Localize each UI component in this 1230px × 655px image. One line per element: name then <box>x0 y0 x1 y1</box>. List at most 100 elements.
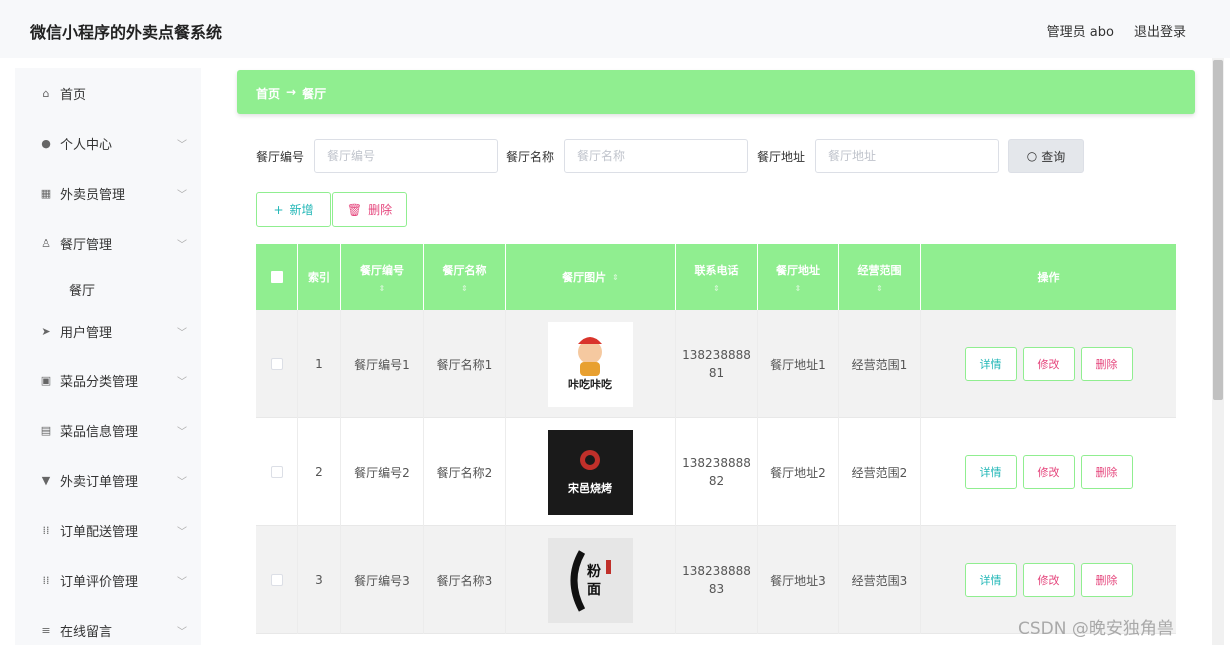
restaurant-logo-image: 粉 面 <box>548 537 633 623</box>
list-icon: ≡ <box>41 623 51 637</box>
search-input-address[interactable] <box>815 139 999 173</box>
col-scope[interactable]: 经营范围 ⇕ <box>839 244 921 310</box>
sidebar-item-label: 首页 <box>60 87 87 103</box>
sidebar-item-home[interactable]: ⌂ 首页 <box>15 68 201 118</box>
cell-code: 餐厅编号1 <box>341 310 424 418</box>
cell-address: 餐厅地址2 <box>758 418 839 526</box>
sort-icon: ⇕ <box>876 283 883 293</box>
grid-icon: ▦ <box>40 186 52 200</box>
breadcrumb-current: 餐厅 <box>302 87 327 101</box>
col-phone[interactable]: 联系电话 ⇕ <box>676 244 758 310</box>
logout-link[interactable]: 退出登录 <box>1134 21 1186 40</box>
detail-button[interactable]: 详情 <box>964 347 1017 381</box>
cell-code: 餐厅编号2 <box>341 418 424 526</box>
restaurant-logo-image: 咔吃咔吃 <box>548 321 633 407</box>
col-image[interactable]: 餐厅图片 ⇕ <box>506 244 676 310</box>
sidebar-item-personal[interactable]: ● 个人中心 ﹀ <box>15 118 201 168</box>
sidebar-item-label: 餐厅管理 <box>60 237 113 253</box>
row-checkbox[interactable] <box>256 310 298 418</box>
chevron-down-icon: ﹀ <box>177 327 187 339</box>
sidebar-item-users[interactable]: ➤ 用户管理 ﹀ <box>15 306 201 356</box>
chevron-down-icon: ﹀ <box>177 526 187 538</box>
breadcrumb-home[interactable]: 首页 <box>256 85 280 102</box>
delete-button[interactable]: 删除 <box>1080 347 1133 381</box>
sidebar-item-delivery[interactable]: ⁞⁞ 订单配送管理 ﹀ <box>15 505 201 555</box>
batch-delete-button[interactable]: 🗑 删除 <box>332 192 407 227</box>
cell-scope: 经营范围2 <box>839 418 921 526</box>
chevron-down-icon: ﹀ <box>177 376 187 388</box>
cell-name: 餐厅名称2 <box>424 418 506 526</box>
col-code[interactable]: 餐厅编号 ⇕ <box>341 244 424 310</box>
scrollbar-thumb[interactable] <box>1213 60 1223 400</box>
cup-icon: ▼ <box>41 473 51 487</box>
delete-button[interactable]: 删除 <box>1080 455 1133 489</box>
sidebar-item-couriers[interactable]: ▦ 外卖员管理 ﹀ <box>15 168 201 218</box>
query-button[interactable]: ○ 查询 <box>1008 139 1084 173</box>
search-label-code: 餐厅编号 <box>256 150 305 164</box>
app-title: 微信小程序的外卖点餐系统 <box>30 23 223 42</box>
person-icon: ♙ <box>41 236 51 250</box>
sidebar-item-label: 订单配送管理 <box>60 524 139 540</box>
chevron-up-icon: ﹀ <box>177 239 187 251</box>
search-icon: ○ <box>1026 149 1038 163</box>
chevron-down-icon: ﹀ <box>177 576 187 588</box>
plus-icon: + <box>273 202 284 217</box>
sidebar-item-orders[interactable]: ▼ 外卖订单管理 ﹀ <box>15 455 201 505</box>
cell-phone: 13823888883 <box>676 526 758 634</box>
edit-button[interactable]: 修改 <box>1022 563 1075 597</box>
sidebar-item-label: 在线留言 <box>60 624 113 640</box>
sidebar-item-reviews[interactable]: ⁞⁞ 订单评价管理 ﹀ <box>15 555 201 605</box>
svg-text:粉: 粉 <box>587 563 601 580</box>
col-name[interactable]: 餐厅名称 ⇕ <box>424 244 506 310</box>
row-checkbox[interactable] <box>256 418 298 526</box>
cell-index: 3 <box>298 526 341 634</box>
send-icon: ➤ <box>41 324 51 338</box>
cell-index: 1 <box>298 310 341 418</box>
cell-phone: 13823888882 <box>676 418 758 526</box>
restaurant-logo-image: 宋邑烧烤 <box>548 429 633 515</box>
breadcrumb: 首页 → 餐厅 <box>237 70 1195 114</box>
detail-button[interactable]: 详情 <box>964 455 1017 489</box>
search-input-name[interactable] <box>564 139 748 173</box>
select-all-checkbox[interactable] <box>256 244 298 310</box>
sidebar-item-dish-info[interactable]: ▤ 菜品信息管理 ﹀ <box>15 405 201 455</box>
top-header: 微信小程序的外卖点餐系统 管理员 abo 退出登录 <box>0 0 1230 58</box>
cell-scope: 经营范围1 <box>839 310 921 418</box>
chevron-down-icon: ﹀ <box>177 426 187 438</box>
search-label-address: 餐厅地址 <box>757 150 806 164</box>
row-checkbox[interactable] <box>256 526 298 634</box>
sidebar-item-label: 外卖订单管理 <box>60 474 139 490</box>
cell-image: 咔吃咔吃 <box>506 310 676 418</box>
sidebar-item-restaurants[interactable]: ♙ 餐厅管理 ﹀ <box>15 218 201 268</box>
cell-actions: 详情 修改 删除 <box>921 310 1176 418</box>
cell-image: 粉 面 <box>506 526 676 634</box>
detail-button[interactable]: 详情 <box>964 563 1017 597</box>
image-icon: ▣ <box>40 373 52 387</box>
cell-name: 餐厅名称3 <box>424 526 506 634</box>
dots-icon: ⁞⁞ <box>42 523 50 537</box>
sidebar-item-label: 菜品信息管理 <box>60 424 139 440</box>
admin-name[interactable]: 管理员 abo <box>1047 21 1114 40</box>
col-address[interactable]: 餐厅地址 ⇕ <box>758 244 839 310</box>
sidebar-item-messages[interactable]: ≡ 在线留言 ﹀ <box>15 605 201 655</box>
chevron-down-icon: ﹀ <box>177 139 187 151</box>
doc-icon: ▤ <box>40 423 52 437</box>
col-index: 索引 <box>298 244 341 310</box>
sort-icon: ⇕ <box>378 283 386 293</box>
trash-icon: 🗑 <box>346 202 363 217</box>
edit-button[interactable]: 修改 <box>1022 455 1075 489</box>
sort-icon: ⇕ <box>461 283 468 293</box>
table-row: 1 餐厅编号1 餐厅名称1 咔吃咔吃 13823888881 餐厅地址1 经营范… <box>256 310 1176 418</box>
sidebar-item-label: 外卖员管理 <box>60 187 126 203</box>
sort-icon: ⇕ <box>794 283 802 293</box>
home-icon: ⌂ <box>42 86 50 100</box>
add-button[interactable]: + 新增 <box>256 192 331 227</box>
chevron-down-icon: ﹀ <box>177 626 187 638</box>
delete-button[interactable]: 删除 <box>1080 563 1133 597</box>
edit-button[interactable]: 修改 <box>1022 347 1075 381</box>
chevron-down-icon: ﹀ <box>177 189 187 201</box>
cell-name: 餐厅名称1 <box>424 310 506 418</box>
search-input-code[interactable] <box>314 139 498 173</box>
sidebar-item-dish-categories[interactable]: ▣ 菜品分类管理 ﹀ <box>15 355 201 405</box>
search-label-name: 餐厅名称 <box>506 150 555 164</box>
